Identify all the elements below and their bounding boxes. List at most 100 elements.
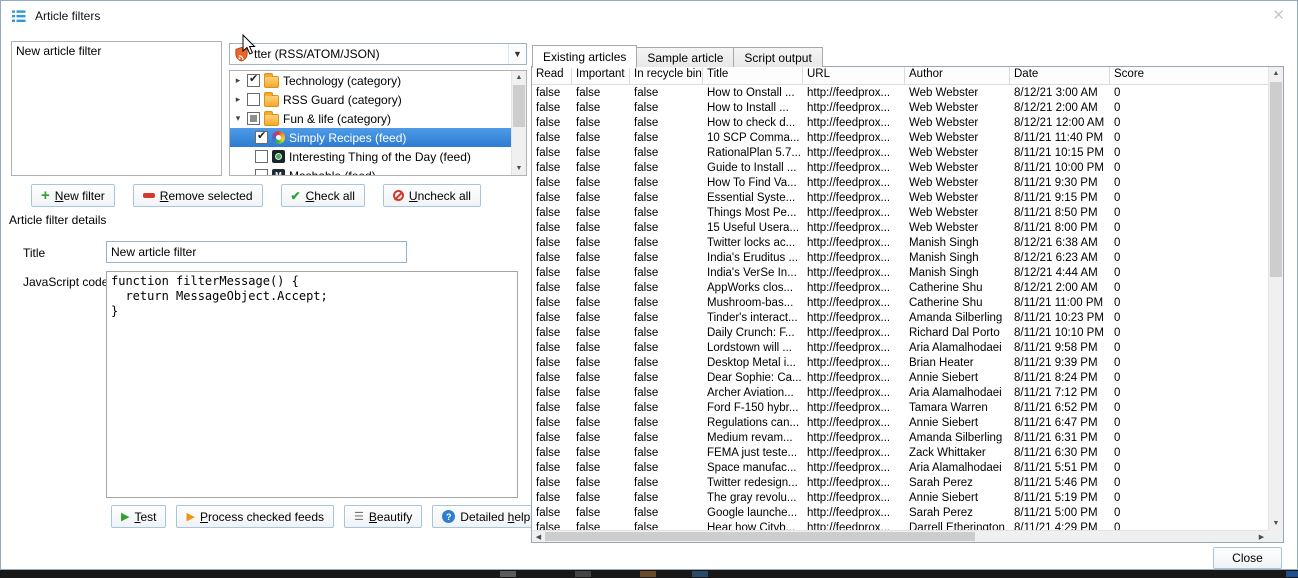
beautify-button[interactable]: ☰ Beautify: [344, 505, 422, 528]
article-row[interactable]: falsefalsefalseEssential Syste...http://…: [532, 191, 1268, 206]
test-button[interactable]: ▶ Test: [111, 505, 166, 528]
cell: 8/12/21 4:44 AM: [1010, 266, 1110, 281]
article-row[interactable]: falsefalsefalseSpace manufac...http://fe…: [532, 461, 1268, 476]
scroll-right-icon[interactable]: ▶: [1255, 531, 1268, 542]
article-row[interactable]: falsefalsefalseDesktop Metal i...http://…: [532, 356, 1268, 371]
cell: http://feedprox...: [803, 476, 905, 491]
cell: http://feedprox...: [803, 116, 905, 131]
chevron-down-icon[interactable]: ▾: [233, 113, 243, 124]
new-filter-button[interactable]: + New filter: [31, 184, 115, 207]
checkbox-checked[interactable]: [247, 74, 260, 87]
tab-existing-articles[interactable]: Existing articles: [532, 45, 637, 68]
minus-icon: [143, 193, 155, 198]
feed-tree-item[interactable]: ▸Technology (category): [230, 71, 511, 90]
table-horizontal-scrollbar[interactable]: ◀ ▶: [532, 530, 1268, 542]
chevron-right-icon[interactable]: ▸: [233, 94, 243, 105]
title-input[interactable]: [106, 241, 407, 263]
tree-scrollbar-thumb[interactable]: [513, 85, 525, 127]
close-window-icon[interactable]: ✕: [1272, 6, 1285, 24]
article-row[interactable]: falsefalsefalseHow to Onstall ...http://…: [532, 86, 1268, 101]
column-header-important[interactable]: Important: [572, 67, 630, 84]
checkbox-checked[interactable]: [255, 131, 268, 144]
cell: false: [572, 416, 630, 431]
titlebar[interactable]: Article filters ✕: [1, 1, 1297, 31]
article-row[interactable]: falsefalsefalseRationalPlan 5.7...http:/…: [532, 146, 1268, 161]
article-row[interactable]: falsefalsefalseIndia's Eruditus ...http:…: [532, 251, 1268, 266]
detailed-help-button[interactable]: ? Detailed help: [432, 505, 540, 528]
feed-tree-item[interactable]: Simply Recipes (feed): [230, 128, 511, 147]
article-row[interactable]: falsefalsefalseFord F-150 hybr...http://…: [532, 401, 1268, 416]
cell: 0: [1110, 416, 1268, 431]
checkbox-unchecked[interactable]: [255, 150, 268, 163]
filter-list-item[interactable]: New article filter: [13, 43, 220, 59]
column-header-url[interactable]: URL: [803, 67, 905, 84]
article-row[interactable]: falsefalsefalseHow To Find Va...http://f…: [532, 176, 1268, 191]
article-row[interactable]: falsefalsefalseTwitter locks ac...http:/…: [532, 236, 1268, 251]
article-row[interactable]: falsefalsefalseGoogle launche...http://f…: [532, 506, 1268, 521]
scroll-up-icon[interactable]: ▲: [1269, 67, 1283, 80]
table-vscroll-thumb[interactable]: [1270, 82, 1282, 277]
account-combobox[interactable]: tter (RSS/ATOM/JSON) ▼: [229, 43, 527, 65]
column-header-score[interactable]: Score: [1110, 67, 1268, 84]
scroll-up-icon[interactable]: ▲: [512, 71, 526, 84]
feed-tree-item[interactable]: ▾Fun & life (category): [230, 109, 511, 128]
cell: false: [532, 116, 572, 131]
checkbox-unchecked[interactable]: [247, 93, 260, 106]
column-header-date[interactable]: Date: [1010, 67, 1110, 84]
article-row[interactable]: falsefalsefalseThe gray revolu...http://…: [532, 491, 1268, 506]
cell: false: [532, 86, 572, 101]
cell: http://feedprox...: [803, 461, 905, 476]
scroll-down-icon[interactable]: ▼: [512, 162, 526, 175]
article-row[interactable]: falsefalsefalseThings Most Pe...http://f…: [532, 206, 1268, 221]
article-row[interactable]: falsefalsefalseMedium revam...http://fee…: [532, 431, 1268, 446]
article-row[interactable]: falsefalsefalseRegulations can...http://…: [532, 416, 1268, 431]
article-row[interactable]: falsefalsefalseFEMA just teste...http://…: [532, 446, 1268, 461]
column-header-author[interactable]: Author: [905, 67, 1010, 84]
article-row[interactable]: falsefalsefalseHow to check d...http://f…: [532, 116, 1268, 131]
feed-tree-item[interactable]: MMashable (feed): [230, 166, 511, 175]
article-row[interactable]: falsefalsefalseTinder's interact...http:…: [532, 311, 1268, 326]
tab-script-output[interactable]: Script output: [733, 47, 822, 67]
uncheck-all-button[interactable]: Uncheck all: [383, 184, 481, 207]
scroll-down-icon[interactable]: ▼: [1269, 517, 1283, 530]
feed-tree-item[interactable]: Interesting Thing of the Day (feed): [230, 147, 511, 166]
cell: 0: [1110, 431, 1268, 446]
article-row[interactable]: falsefalsefalseGuide to Install ...http:…: [532, 161, 1268, 176]
column-header-in-recycle-bin[interactable]: In recycle bin: [630, 67, 703, 84]
article-row[interactable]: falsefalsefalseTwitter redesign...http:/…: [532, 476, 1268, 491]
article-row[interactable]: falsefalsefalseLordstown will ...http://…: [532, 341, 1268, 356]
remove-selected-button[interactable]: Remove selected: [133, 184, 263, 207]
plus-icon: +: [41, 190, 50, 202]
column-header-read[interactable]: Read: [532, 67, 572, 84]
tree-scrollbar[interactable]: ▲ ▼: [511, 71, 526, 175]
article-row[interactable]: falsefalsefalseHear how Cityb...http://f…: [532, 521, 1268, 530]
article-row[interactable]: falsefalsefalseHow to Install ...http://…: [532, 101, 1268, 116]
feed-tree-item[interactable]: ▸RSS Guard (category): [230, 90, 511, 109]
article-row[interactable]: falsefalsefalse10 SCP Comma...http://fee…: [532, 131, 1268, 146]
article-row[interactable]: falsefalsefalseAppWorks clos...http://fe…: [532, 281, 1268, 296]
checkbox-unchecked[interactable]: [255, 169, 268, 175]
article-row[interactable]: falsefalsefalseDear Sophie: Ca...http://…: [532, 371, 1268, 386]
tab-sample-article[interactable]: Sample article: [636, 47, 734, 67]
article-row[interactable]: falsefalsefalseDaily Crunch: F...http://…: [532, 326, 1268, 341]
taskbar[interactable]: [0, 570, 1298, 578]
cell: Zack Whittaker: [905, 446, 1010, 461]
cell: false: [630, 461, 703, 476]
chevron-right-icon[interactable]: ▸: [233, 75, 243, 86]
column-header-title[interactable]: Title: [703, 67, 803, 84]
table-hscroll-thumb[interactable]: [545, 532, 975, 541]
checkbox-partial[interactable]: [247, 112, 260, 125]
cell: 8/11/21 5:19 PM: [1010, 491, 1110, 506]
javascript-code-editor[interactable]: function filterMessage() { return Messag…: [106, 271, 518, 498]
article-row[interactable]: falsefalsefalseMushroom-bas...http://fee…: [532, 296, 1268, 311]
check-all-button[interactable]: ✔ Check all: [281, 184, 365, 207]
scroll-left-icon[interactable]: ◀: [532, 531, 545, 542]
close-button[interactable]: Close: [1213, 547, 1282, 569]
article-row[interactable]: falsefalsefalse15 Useful Usera...http://…: [532, 221, 1268, 236]
process-checked-feeds-button[interactable]: ▶ Process checked feeds: [176, 505, 334, 528]
cell: Web Webster: [905, 101, 1010, 116]
article-row[interactable]: falsefalsefalseIndia's VerSe In...http:/…: [532, 266, 1268, 281]
filters-listbox[interactable]: New article filter: [11, 41, 222, 176]
table-vertical-scrollbar[interactable]: ▲ ▼: [1268, 67, 1283, 530]
article-row[interactable]: falsefalsefalseArcher Aviation...http://…: [532, 386, 1268, 401]
